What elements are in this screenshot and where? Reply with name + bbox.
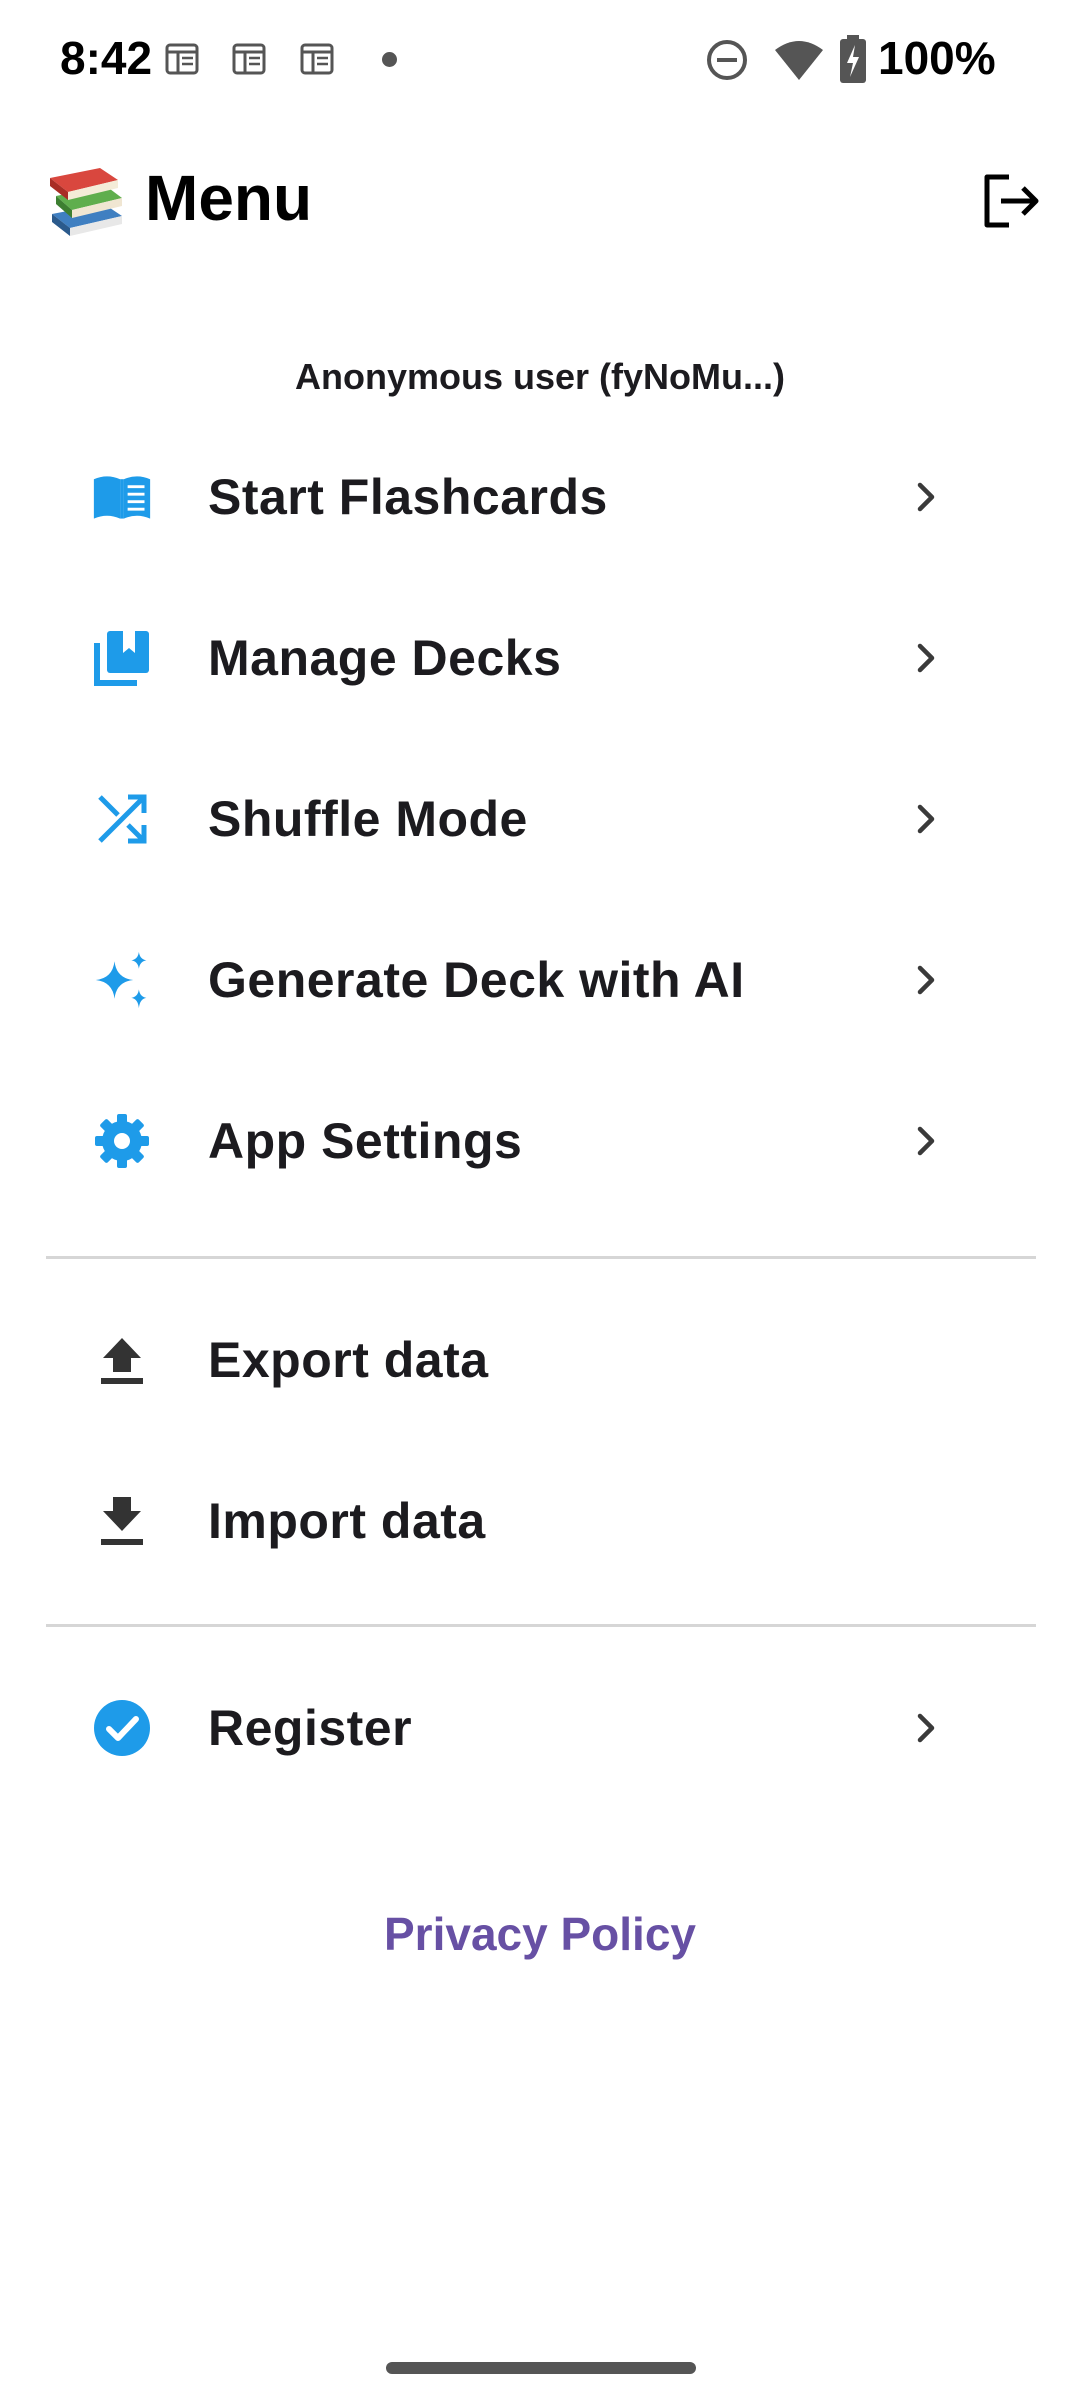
menu-item-label: Manage Decks — [208, 630, 562, 686]
page-title: Menu — [145, 162, 313, 234]
menu-item-label: App Settings — [208, 1113, 523, 1169]
check-circle-icon — [92, 1698, 152, 1758]
chevron-right-icon — [917, 482, 935, 512]
menu-item-app-settings[interactable]: App Settings — [46, 1066, 1036, 1216]
privacy-policy-link[interactable]: Privacy Policy — [0, 1904, 1080, 1964]
menu-item-import-data[interactable]: Import data — [46, 1446, 1036, 1596]
download-icon — [92, 1491, 152, 1551]
do-not-disturb-icon — [707, 40, 747, 80]
menu-item-label: Start Flashcards — [208, 469, 608, 525]
logout-icon — [984, 174, 1039, 228]
shuffle-icon — [92, 789, 152, 849]
status-time: 8:42 — [60, 32, 153, 84]
chevron-right-icon — [917, 1126, 935, 1156]
menu-item-start-flashcards[interactable]: Start Flashcards — [46, 422, 1036, 572]
notification-app-icon — [232, 43, 266, 75]
chevron-right-icon — [917, 643, 935, 673]
book-icon — [92, 467, 152, 527]
menu-item-label: Shuffle Mode — [208, 791, 528, 847]
gear-icon — [92, 1111, 152, 1171]
menu-item-manage-decks[interactable]: Manage Decks — [46, 583, 1036, 733]
library-icon — [92, 628, 152, 688]
notification-app-icon — [165, 43, 199, 75]
menu-item-label: Export data — [208, 1332, 489, 1388]
upload-icon — [92, 1330, 152, 1390]
chevron-right-icon — [917, 1713, 935, 1743]
chevron-right-icon — [917, 804, 935, 834]
battery-percentage: 100% — [878, 32, 996, 84]
user-label: Anonymous user (fyNoMu...) — [294, 356, 785, 397]
menu-item-label: Generate Deck with AI — [208, 952, 745, 1008]
notification-app-icon — [300, 43, 334, 75]
books-icon — [50, 168, 122, 236]
menu-item-register[interactable]: Register — [46, 1653, 1036, 1803]
divider — [46, 1256, 1036, 1259]
chevron-right-icon — [917, 965, 935, 995]
status-bar: 8:42 100% — [0, 0, 1080, 120]
battery-charging-icon — [840, 35, 866, 83]
menu-item-export-data[interactable]: Export data — [46, 1285, 1036, 1435]
menu-item-shuffle-mode[interactable]: Shuffle Mode — [46, 744, 1036, 894]
app-header: Menu — [0, 140, 1080, 260]
menu-item-label: Import data — [208, 1493, 486, 1549]
sparkles-icon — [92, 950, 152, 1010]
wifi-icon — [775, 41, 823, 80]
menu-item-generate-deck-ai[interactable]: Generate Deck with AI — [46, 905, 1036, 1055]
menu-item-label: Register — [208, 1700, 413, 1756]
logout-button[interactable] — [975, 166, 1045, 236]
home-indicator[interactable] — [386, 2362, 696, 2374]
divider — [46, 1624, 1036, 1627]
more-notifications-dot — [382, 52, 397, 67]
